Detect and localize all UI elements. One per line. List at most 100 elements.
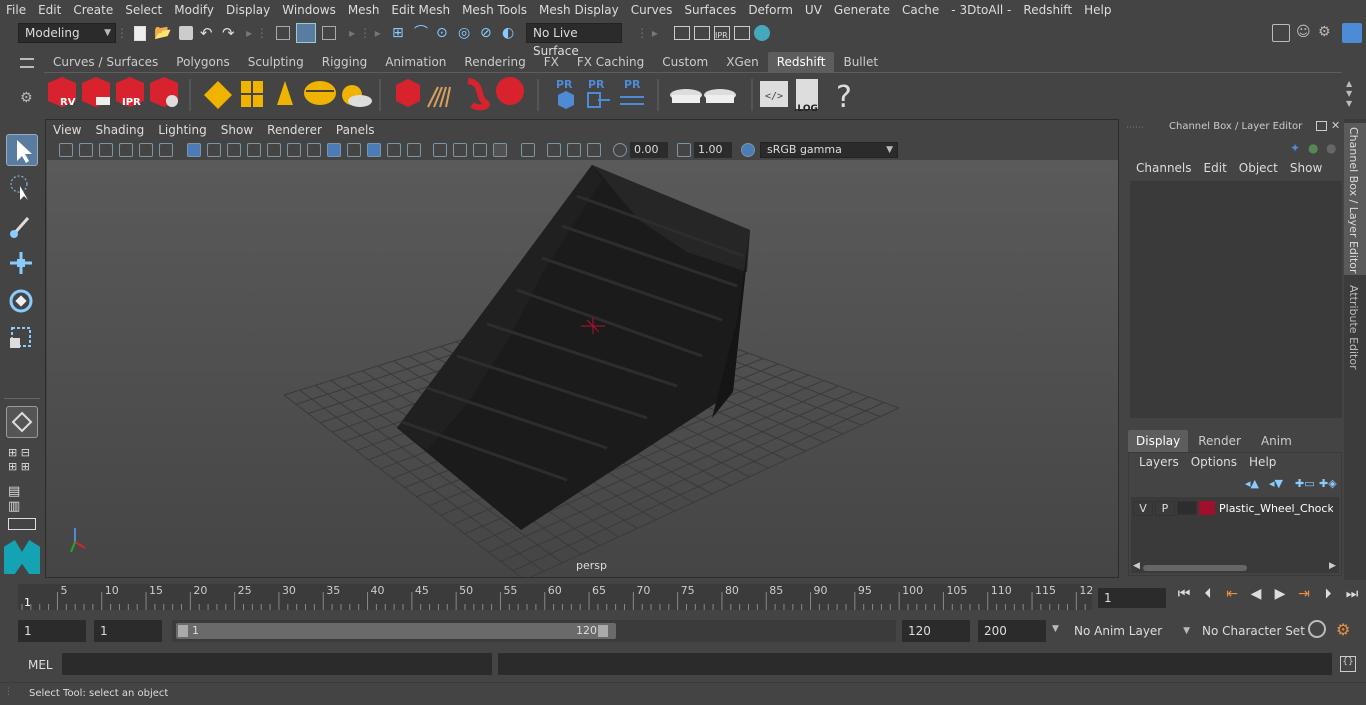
tab-sculpting[interactable]: Sculpting: [239, 52, 313, 72]
toggle-layer-icon[interactable]: ✦: [1290, 141, 1300, 155]
rs-lights-icon[interactable]: [204, 81, 372, 109]
layout-outliner-icon[interactable]: [8, 518, 36, 530]
current-frame-field[interactable]: 1: [1098, 588, 1166, 608]
vp-menu-panels[interactable]: Panels: [329, 120, 382, 140]
hypershade-icon[interactable]: [754, 25, 770, 41]
chevron-down-icon[interactable]: ▼: [1052, 624, 1059, 634]
snap-curve-icon[interactable]: ⌒: [414, 24, 432, 42]
render-settings-icon[interactable]: [734, 26, 750, 40]
menu-cache[interactable]: Cache: [896, 0, 945, 20]
tab-rendering[interactable]: Rendering: [455, 52, 534, 72]
layer-menu-options[interactable]: Options: [1185, 455, 1243, 469]
camera-select-icon[interactable]: [59, 143, 73, 157]
move-layer-down-icon[interactable]: ◂▼: [1269, 477, 1283, 490]
rs-hair-icon[interactable]: [427, 86, 451, 108]
command-language-label[interactable]: MEL: [28, 658, 53, 672]
isolate-select-icon[interactable]: [521, 143, 535, 157]
exposure-field[interactable]: 0.00: [630, 142, 668, 158]
menu-generate[interactable]: Generate: [828, 0, 896, 20]
layer-name[interactable]: Plastic_Wheel_Chock_I: [1219, 502, 1333, 515]
layout-four-icon[interactable]: ⊞ ⊞: [8, 460, 36, 473]
menu-select[interactable]: Select: [119, 0, 168, 20]
vp-menu-renderer[interactable]: Renderer: [260, 120, 329, 140]
animation-start-field[interactable]: 1: [18, 620, 86, 642]
make-live-icon[interactable]: ◐: [502, 24, 520, 42]
rs-pr-proxy-import-icon[interactable]: PR: [587, 78, 610, 108]
rs-log-icon[interactable]: .LOG: [794, 79, 818, 114]
step-forward-key-icon[interactable]: ⏵: [1318, 586, 1338, 602]
menu-create[interactable]: Create: [67, 0, 119, 20]
user-icon[interactable]: ☺: [1296, 24, 1314, 42]
wireframe-icon[interactable]: [307, 143, 321, 157]
rs-proxy-icon[interactable]: [396, 79, 420, 107]
cb-menu-show[interactable]: Show: [1284, 161, 1328, 175]
film-gate-icon[interactable]: [139, 143, 153, 157]
animation-end-field[interactable]: 200: [978, 620, 1046, 642]
field-chart-icon[interactable]: [247, 143, 261, 157]
tab-bullet[interactable]: Bullet: [834, 52, 887, 72]
menu-3dtoall[interactable]: - 3DtoAll -: [945, 0, 1017, 20]
motion-blur-icon[interactable]: [453, 143, 467, 157]
snap-grid-icon[interactable]: ⊞: [392, 24, 410, 42]
tab-anim[interactable]: Anim: [1251, 430, 1302, 452]
lights-icon[interactable]: [387, 143, 401, 157]
new-layer-icon[interactable]: ✚▭: [1295, 477, 1315, 490]
menu-uv[interactable]: UV: [799, 0, 828, 20]
tab-fx-caching[interactable]: FX Caching: [568, 52, 653, 72]
step-forward-frame-icon[interactable]: ⇥: [1294, 586, 1314, 602]
menu-redshift[interactable]: Redshift: [1017, 0, 1078, 20]
gamma-icon[interactable]: [677, 143, 691, 157]
character-set-dropdown[interactable]: No Character Set: [1198, 620, 1305, 642]
tab-fx[interactable]: FX: [535, 52, 568, 72]
rs-render-view-icon[interactable]: RV: [48, 77, 76, 108]
menu-modify[interactable]: Modify: [168, 0, 220, 20]
cb-menu-object[interactable]: Object: [1233, 161, 1284, 175]
grease-pencil-icon[interactable]: [159, 143, 173, 157]
playback-end-field[interactable]: 120: [902, 620, 970, 642]
rs-sphere-icon[interactable]: [496, 77, 524, 105]
tab-curves-surfaces[interactable]: Curves / Surfaces: [44, 52, 167, 72]
tab-xgen[interactable]: XGen: [717, 52, 768, 72]
time-ruler[interactable]: 5 10 15 20 25 30 35 40 45 50 55 60 65 70 75 80 85 90 95 100…: [18, 584, 1093, 610]
menu-curves[interactable]: Curves: [625, 0, 679, 20]
select-tool-icon[interactable]: [6, 134, 38, 166]
ambient-occlusion-icon[interactable]: [433, 143, 447, 157]
layer-hscrollbar[interactable]: ◀ ▶: [1131, 561, 1339, 573]
tab-redshift[interactable]: Redshift: [767, 52, 835, 72]
select-hierarchy-icon[interactable]: [276, 26, 290, 40]
shelf-scroll-arrows[interactable]: ▲ ▼ ▼: [1346, 79, 1356, 109]
rs-render-settings-icon[interactable]: [150, 77, 178, 107]
side-tab-channel-box[interactable]: Channel Box / Layer Editor: [1344, 123, 1366, 275]
go-to-end-icon[interactable]: ⏭: [1342, 586, 1362, 602]
menu-file[interactable]: File: [0, 0, 32, 20]
new-scene-icon[interactable]: [134, 25, 146, 41]
select-component-icon[interactable]: [322, 26, 336, 40]
safe-title-icon[interactable]: [287, 143, 301, 157]
range-bar-fill[interactable]: [176, 623, 616, 639]
vp-menu-shading[interactable]: Shading: [88, 120, 151, 140]
camera-attributes-icon[interactable]: [79, 143, 93, 157]
menu-deform[interactable]: Deform: [742, 0, 799, 20]
rotate-tool-icon[interactable]: [6, 286, 38, 318]
rs-bake-icon[interactable]: [670, 89, 702, 103]
backface-icon[interactable]: [587, 143, 601, 157]
scale-tool-icon[interactable]: [6, 322, 38, 354]
move-tool-icon[interactable]: [6, 248, 38, 280]
layer-color-swatch[interactable]: [1199, 501, 1215, 515]
rs-script-icon[interactable]: </>: [760, 81, 788, 107]
layer-playback-toggle[interactable]: P: [1155, 500, 1175, 516]
layer-visibility-toggle[interactable]: V: [1133, 500, 1153, 516]
open-scene-icon[interactable]: 📂: [154, 24, 172, 42]
range-bar[interactable]: 1 120: [172, 620, 896, 642]
menu-display[interactable]: Display: [220, 0, 276, 20]
lasso-tool-icon[interactable]: [6, 172, 38, 204]
workspace-icon[interactable]: [1272, 24, 1290, 42]
rs-pr-proxy-export-icon[interactable]: PR: [556, 78, 574, 109]
cb-menu-edit[interactable]: Edit: [1198, 161, 1233, 175]
viewport-canvas[interactable]: persp: [47, 160, 1118, 577]
tab-custom[interactable]: Custom: [653, 52, 717, 72]
menu-windows[interactable]: Windows: [276, 0, 342, 20]
rs-render-sequence-icon[interactable]: [82, 77, 110, 107]
layers-icon[interactable]: [1342, 23, 1362, 43]
anim-layer-dropdown[interactable]: No Anim Layer ▼: [1068, 620, 1194, 642]
